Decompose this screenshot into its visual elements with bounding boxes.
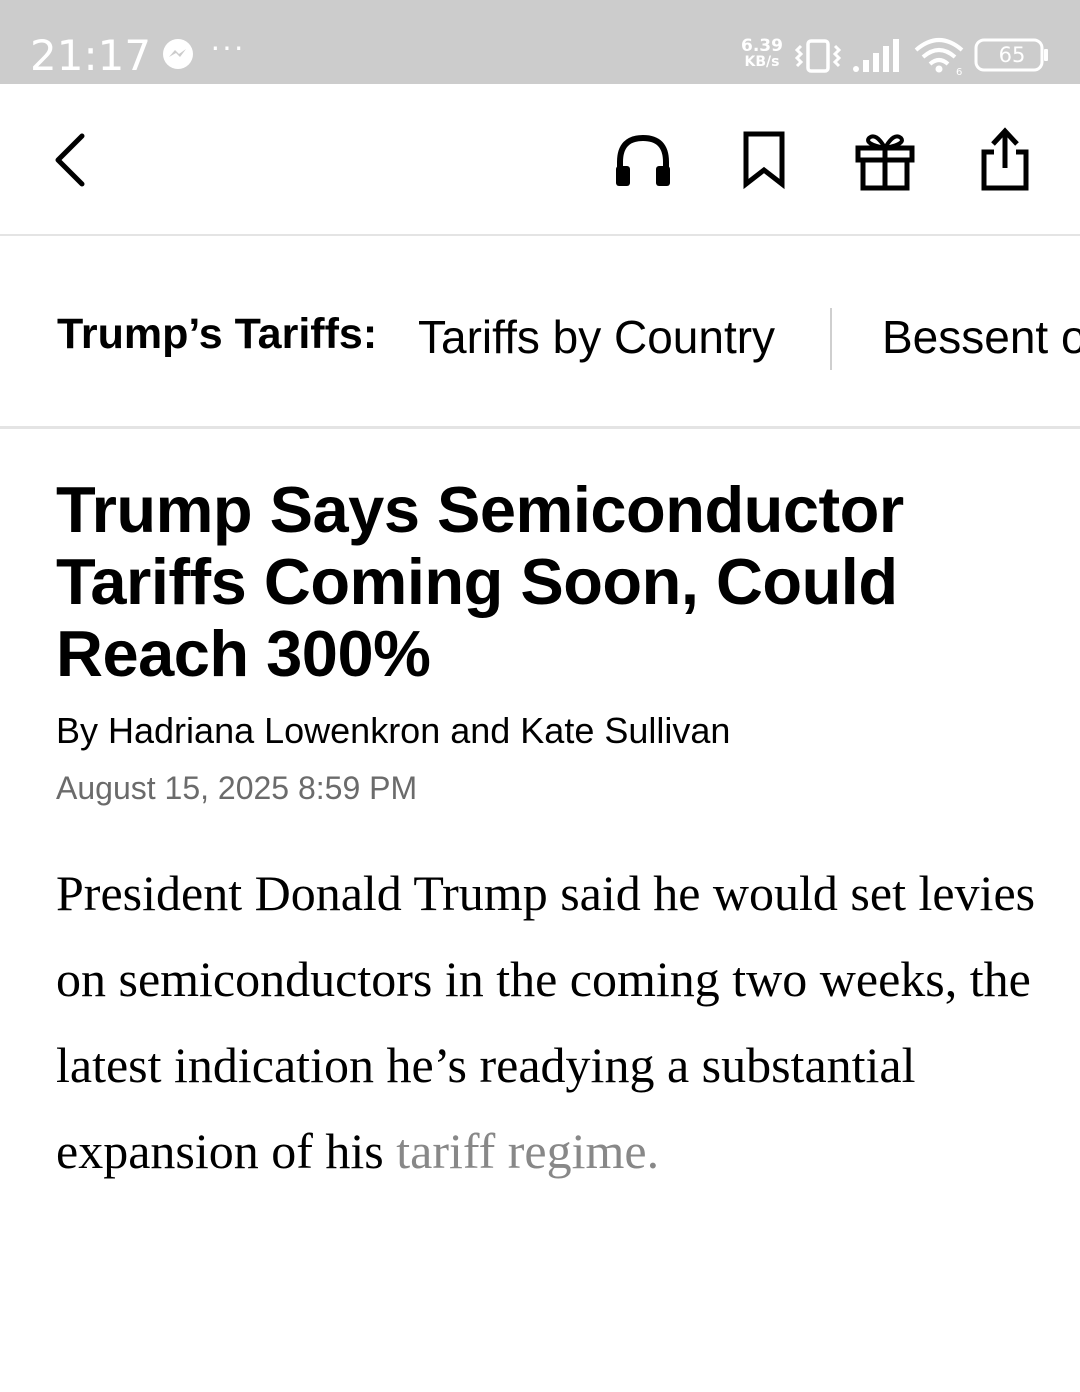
more-dots-icon: ··· (210, 28, 245, 64)
topic-divider (830, 308, 832, 370)
signal-icon (853, 39, 899, 72)
vibrate-icon (794, 39, 842, 73)
share-icon[interactable] (976, 126, 1034, 192)
battery-level: 65 (998, 43, 1026, 67)
wifi-icon: 6 (914, 38, 964, 76)
topic-link-bessent[interactable]: Bessent o (882, 310, 1080, 364)
network-speed: 6.39 KB/s (738, 36, 786, 71)
topic-nav: Trump’s Tariffs: Tariffs by Country Bess… (0, 236, 1080, 429)
network-speed-value: 6.39 (741, 36, 783, 56)
article-headline: Trump Says Semiconductor Tariffs Coming … (56, 473, 904, 690)
bookmark-icon[interactable] (738, 130, 790, 190)
messenger-icon (163, 39, 193, 69)
back-icon[interactable] (46, 130, 96, 190)
topic-link-tariffs-by-country[interactable]: Tariffs by Country (418, 310, 775, 364)
article-byline: By Hadriana Lowenkron and Kate Sullivan (56, 710, 731, 751)
article-toolbar (0, 84, 1080, 236)
network-speed-unit: KB/s (744, 54, 780, 70)
topic-nav-label: Trump’s Tariffs: (57, 310, 378, 358)
headphones-icon[interactable] (612, 130, 674, 190)
article-date: August 15, 2025 8:59 PM (56, 770, 418, 806)
article-lede: President Donald Trump said he would set… (56, 850, 1046, 1194)
status-time: 21:17 (30, 31, 152, 80)
svg-text:6: 6 (956, 67, 962, 76)
status-bar: 21:17 ··· 6.39 KB/s 6 65 (0, 0, 1080, 84)
article-lede-fade: tariff regime. (396, 1123, 660, 1179)
gift-icon[interactable] (854, 128, 916, 192)
